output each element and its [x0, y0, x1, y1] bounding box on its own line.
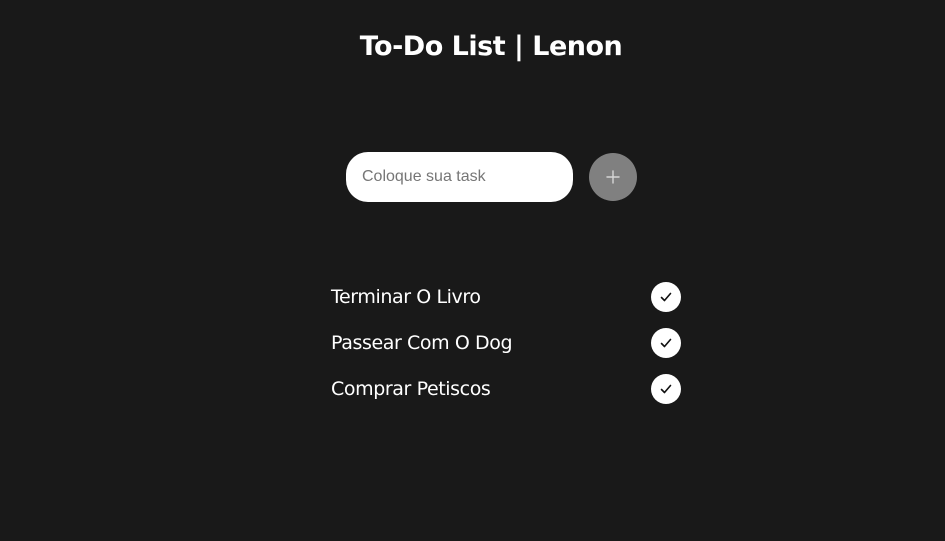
- task-list: Terminar O Livro Passear Com O Dog Compr…: [331, 278, 683, 416]
- check-icon: [660, 338, 672, 348]
- plus-icon: [606, 170, 620, 184]
- complete-task-button[interactable]: [651, 374, 681, 404]
- task-label: Passear Com O Dog: [331, 332, 513, 354]
- task-input[interactable]: [346, 152, 573, 202]
- task-label: Comprar Petiscos: [331, 378, 491, 400]
- complete-task-button[interactable]: [651, 282, 681, 312]
- check-icon: [660, 292, 672, 302]
- add-task-button[interactable]: [589, 153, 637, 201]
- complete-task-button[interactable]: [651, 328, 681, 358]
- list-item: Terminar O Livro: [331, 278, 683, 324]
- page-title: To-Do List | Lenon: [359, 31, 623, 62]
- task-label: Terminar O Livro: [331, 286, 481, 308]
- list-item: Passear Com O Dog: [331, 324, 683, 370]
- list-item: Comprar Petiscos: [331, 370, 683, 416]
- check-icon: [660, 384, 672, 394]
